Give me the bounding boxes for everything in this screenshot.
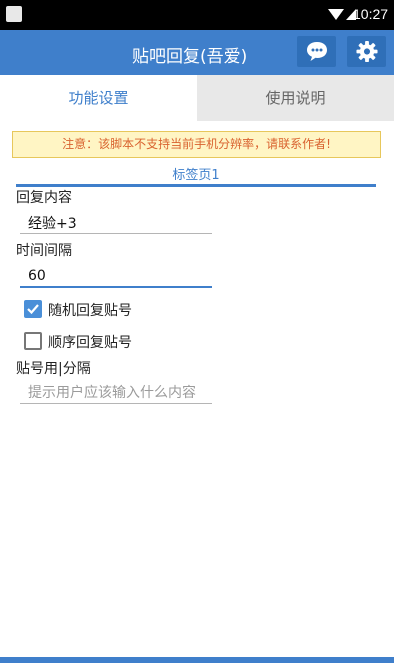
- status-bar: 10:27: [0, 0, 394, 30]
- bottom-bar: [0, 657, 394, 663]
- post-ids-input[interactable]: [20, 383, 212, 404]
- interval-label: 时间间隔: [16, 243, 72, 259]
- post-ids-label: 贴号用|分隔: [16, 361, 91, 377]
- random-reply-label: 随机回复贴号: [48, 303, 132, 319]
- warning-notice: 注意：该脚本不支持当前手机分辨率，请联系作者!: [12, 131, 381, 158]
- status-time: 10:27: [353, 6, 389, 22]
- wifi-icon: [328, 9, 344, 20]
- gear-icon: [356, 40, 378, 63]
- app-title: 贴吧回复(吾爱): [132, 47, 248, 67]
- sequential-reply-label: 顺序回复贴号: [48, 335, 132, 351]
- random-reply-checkbox[interactable]: [24, 300, 42, 318]
- interval-input[interactable]: [20, 266, 212, 288]
- tab-bar: 功能设置 使用说明: [0, 75, 394, 121]
- chat-button[interactable]: [297, 36, 336, 67]
- notification-icon: [6, 6, 22, 22]
- sequential-reply-checkbox[interactable]: [24, 332, 42, 350]
- checkmark-icon: [27, 304, 39, 315]
- settings-button[interactable]: [347, 36, 386, 67]
- tab-function-settings[interactable]: 功能设置: [0, 75, 197, 121]
- chat-bubble-icon: [307, 42, 327, 61]
- reply-content-input[interactable]: [20, 213, 212, 234]
- subtab-page1[interactable]: 标签页1: [16, 164, 376, 187]
- tab-usage-instructions[interactable]: 使用说明: [197, 75, 394, 121]
- reply-content-label: 回复内容: [16, 190, 72, 206]
- app-bar: 贴吧回复(吾爱): [0, 30, 394, 75]
